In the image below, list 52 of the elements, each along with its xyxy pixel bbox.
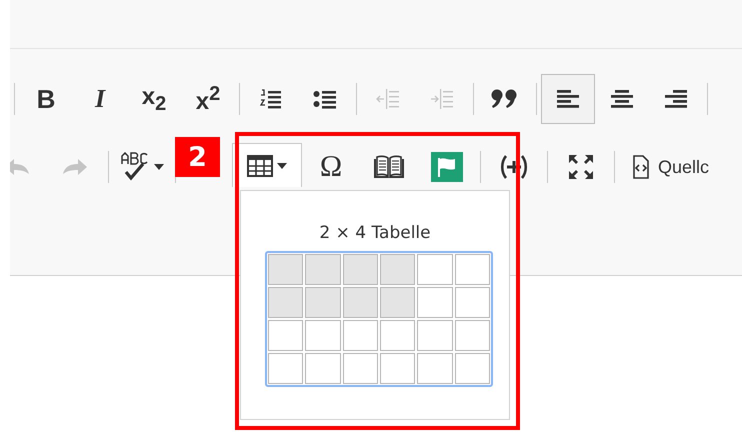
grid-cell[interactable] — [268, 287, 304, 318]
grid-cell[interactable] — [454, 287, 490, 318]
undo-icon — [10, 157, 30, 177]
italic-button[interactable]: I — [73, 74, 127, 124]
align-right-icon — [664, 89, 688, 109]
grid-cell[interactable] — [417, 254, 453, 285]
table-button[interactable] — [232, 143, 302, 187]
grid-cell[interactable] — [380, 287, 416, 318]
grid-cell[interactable] — [380, 254, 416, 285]
grid-cell[interactable] — [454, 254, 490, 285]
source-button[interactable]: Quellc — [619, 142, 716, 192]
grid-cell[interactable] — [268, 353, 304, 384]
outdent-icon — [376, 88, 400, 110]
grid-cell[interactable] — [454, 320, 490, 351]
script-button[interactable]: x$_{2}$ — [127, 74, 181, 124]
script-button[interactable]: x$^{2}$ — [181, 74, 235, 124]
grid-cell[interactable] — [417, 287, 453, 318]
quote-icon — [491, 89, 519, 109]
document-code-icon — [632, 155, 650, 179]
indent-icon — [430, 88, 454, 110]
grid-cell[interactable] — [305, 320, 341, 351]
grid-cell[interactable] — [380, 320, 416, 351]
table-size-label: 2 × 4 Tabelle — [318, 223, 432, 243]
caret-icon — [154, 164, 164, 170]
grid-cell[interactable] — [342, 353, 378, 384]
bold-button[interactable]: B — [19, 74, 73, 124]
grid-cell[interactable] — [268, 320, 304, 351]
redo-icon — [62, 157, 88, 177]
maximize-icon — [568, 154, 594, 180]
flag-icon — [431, 152, 463, 182]
numbered-list-icon — [260, 88, 282, 110]
step-badge: 2 — [175, 137, 220, 177]
caret-icon — [277, 162, 287, 168]
grid-cell[interactable] — [305, 353, 341, 384]
grid-cell[interactable] — [454, 353, 490, 384]
align-center-icon — [610, 89, 634, 109]
grid-cell[interactable] — [342, 320, 378, 351]
align-left-button[interactable] — [541, 74, 595, 124]
grid-cell[interactable] — [417, 353, 453, 384]
spellcheck-icon — [120, 152, 150, 182]
grid-cell[interactable] — [380, 353, 416, 384]
grid-cell[interactable] — [417, 320, 453, 351]
grid-cell[interactable] — [268, 254, 304, 285]
align-left-icon — [556, 89, 580, 109]
special-character-button[interactable]: Ω — [302, 142, 360, 192]
book-icon — [373, 155, 405, 179]
grid-cell[interactable] — [305, 254, 341, 285]
bullet-list-icon — [313, 89, 337, 109]
grid-cell[interactable] — [342, 254, 378, 285]
grid-cell[interactable] — [305, 287, 341, 318]
grid-cell[interactable] — [342, 287, 378, 318]
table-icon — [247, 154, 273, 176]
